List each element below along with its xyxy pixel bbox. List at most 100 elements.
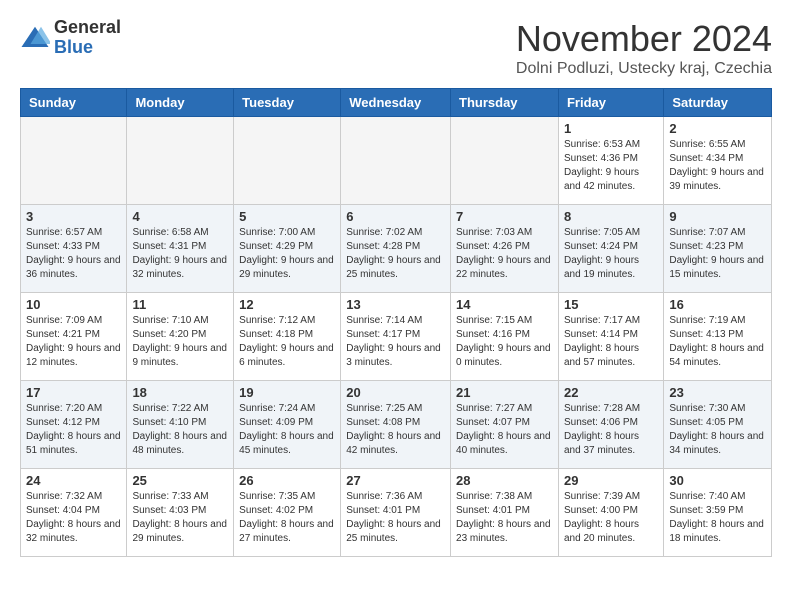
day-cell [451, 117, 559, 205]
day-number: 21 [456, 385, 553, 400]
day-cell [127, 117, 234, 205]
week-row-4: 17 Sunrise: 7:20 AM Sunset: 4:12 PM Dayli… [21, 381, 772, 469]
week-row-2: 3 Sunrise: 6:57 AM Sunset: 4:33 PM Daylig… [21, 205, 772, 293]
day-cell [21, 117, 127, 205]
day-info: Sunrise: 7:30 AM Sunset: 4:05 PM Dayligh… [669, 402, 766, 458]
day-info: Sunrise: 7:27 AM Sunset: 4:07 PM Dayligh… [456, 402, 553, 458]
day-number: 17 [26, 385, 121, 400]
day-cell: 6 Sunrise: 7:02 AM Sunset: 4:28 PM Daylig… [341, 205, 451, 293]
calendar-table: SundayMondayTuesdayWednesdayThursdayFrid… [20, 88, 772, 557]
day-number: 7 [456, 209, 553, 224]
day-cell: 18 Sunrise: 7:22 AM Sunset: 4:10 PM Dayli… [127, 381, 234, 469]
day-number: 25 [132, 473, 228, 488]
day-info: Sunrise: 7:35 AM Sunset: 4:02 PM Dayligh… [239, 490, 335, 546]
day-number: 18 [132, 385, 228, 400]
day-number: 6 [346, 209, 445, 224]
week-row-3: 10 Sunrise: 7:09 AM Sunset: 4:21 PM Dayli… [21, 293, 772, 381]
day-info: Sunrise: 7:33 AM Sunset: 4:03 PM Dayligh… [132, 490, 228, 546]
title-section: November 2024 Dolni Podluzi, Ustecky kra… [516, 18, 772, 78]
day-number: 19 [239, 385, 335, 400]
day-number: 20 [346, 385, 445, 400]
day-info: Sunrise: 7:32 AM Sunset: 4:04 PM Dayligh… [26, 490, 121, 546]
day-info: Sunrise: 6:58 AM Sunset: 4:31 PM Dayligh… [132, 226, 228, 282]
day-number: 5 [239, 209, 335, 224]
day-cell: 24 Sunrise: 7:32 AM Sunset: 4:04 PM Dayli… [21, 469, 127, 557]
day-cell: 14 Sunrise: 7:15 AM Sunset: 4:16 PM Dayli… [451, 293, 559, 381]
day-cell: 13Sunrise: 7:14 AM Sunset: 4:17 PM Dayli… [341, 293, 451, 381]
day-cell: 22 Sunrise: 7:28 AM Sunset: 4:06 PM Dayli… [558, 381, 663, 469]
day-info: Sunrise: 7:28 AM Sunset: 4:06 PM Dayligh… [564, 402, 658, 458]
day-info: Sunrise: 6:55 AM Sunset: 4:34 PM Dayligh… [669, 138, 766, 194]
day-number: 27 [346, 473, 445, 488]
day-info: Sunrise: 7:05 AM Sunset: 4:24 PM Dayligh… [564, 226, 658, 282]
logo-general-text: General [54, 18, 121, 38]
weekday-header-monday: Monday [127, 89, 234, 117]
day-info: Sunrise: 7:36 AM Sunset: 4:01 PM Dayligh… [346, 490, 445, 546]
day-number: 8 [564, 209, 658, 224]
logo-icon [20, 23, 50, 53]
day-info: Sunrise: 6:53 AM Sunset: 4:36 PM Dayligh… [564, 138, 658, 194]
day-cell: 20Sunrise: 7:25 AM Sunset: 4:08 PM Dayli… [341, 381, 451, 469]
day-number: 4 [132, 209, 228, 224]
day-cell: 4 Sunrise: 6:58 AM Sunset: 4:31 PM Daylig… [127, 205, 234, 293]
day-info: Sunrise: 6:57 AM Sunset: 4:33 PM Dayligh… [26, 226, 121, 282]
day-info: Sunrise: 7:20 AM Sunset: 4:12 PM Dayligh… [26, 402, 121, 458]
day-number: 23 [669, 385, 766, 400]
day-cell: 8 Sunrise: 7:05 AM Sunset: 4:24 PM Daylig… [558, 205, 663, 293]
day-cell: 27 Sunrise: 7:36 AM Sunset: 4:01 PM Dayli… [341, 469, 451, 557]
week-row-1: 1Sunrise: 6:53 AM Sunset: 4:36 PM Daylig… [21, 117, 772, 205]
day-number: 3 [26, 209, 121, 224]
day-info: Sunrise: 7:07 AM Sunset: 4:23 PM Dayligh… [669, 226, 766, 282]
weekday-header-wednesday: Wednesday [341, 89, 451, 117]
day-cell [234, 117, 341, 205]
day-number: 14 [456, 297, 553, 312]
day-info: Sunrise: 7:09 AM Sunset: 4:21 PM Dayligh… [26, 314, 121, 370]
day-number: 15 [564, 297, 658, 312]
day-cell: 21 Sunrise: 7:27 AM Sunset: 4:07 PM Dayli… [451, 381, 559, 469]
day-cell: 5Sunrise: 7:00 AM Sunset: 4:29 PM Daylig… [234, 205, 341, 293]
day-number: 10 [26, 297, 121, 312]
day-number: 28 [456, 473, 553, 488]
day-info: Sunrise: 7:19 AM Sunset: 4:13 PM Dayligh… [669, 314, 766, 370]
weekday-header-row: SundayMondayTuesdayWednesdayThursdayFrid… [21, 89, 772, 117]
day-cell: 25 Sunrise: 7:33 AM Sunset: 4:03 PM Dayli… [127, 469, 234, 557]
week-row-5: 24 Sunrise: 7:32 AM Sunset: 4:04 PM Dayli… [21, 469, 772, 557]
day-cell: 26 Sunrise: 7:35 AM Sunset: 4:02 PM Dayli… [234, 469, 341, 557]
day-number: 24 [26, 473, 121, 488]
day-info: Sunrise: 7:12 AM Sunset: 4:18 PM Dayligh… [239, 314, 335, 370]
day-info: Sunrise: 7:15 AM Sunset: 4:16 PM Dayligh… [456, 314, 553, 370]
day-cell: 3 Sunrise: 6:57 AM Sunset: 4:33 PM Daylig… [21, 205, 127, 293]
weekday-header-saturday: Saturday [664, 89, 772, 117]
day-number: 22 [564, 385, 658, 400]
day-cell: 11 Sunrise: 7:10 AM Sunset: 4:20 PM Dayli… [127, 293, 234, 381]
day-number: 26 [239, 473, 335, 488]
day-info: Sunrise: 7:39 AM Sunset: 4:00 PM Dayligh… [564, 490, 658, 546]
day-cell: 7Sunrise: 7:03 AM Sunset: 4:26 PM Daylig… [451, 205, 559, 293]
calendar-wrapper: SundayMondayTuesdayWednesdayThursdayFrid… [0, 88, 792, 567]
day-info: Sunrise: 7:10 AM Sunset: 4:20 PM Dayligh… [132, 314, 228, 370]
day-info: Sunrise: 7:24 AM Sunset: 4:09 PM Dayligh… [239, 402, 335, 458]
day-cell: 23 Sunrise: 7:30 AM Sunset: 4:05 PM Dayli… [664, 381, 772, 469]
day-cell [341, 117, 451, 205]
day-cell: 2 Sunrise: 6:55 AM Sunset: 4:34 PM Daylig… [664, 117, 772, 205]
day-cell: 17 Sunrise: 7:20 AM Sunset: 4:12 PM Dayli… [21, 381, 127, 469]
weekday-header-friday: Friday [558, 89, 663, 117]
day-number: 11 [132, 297, 228, 312]
day-info: Sunrise: 7:22 AM Sunset: 4:10 PM Dayligh… [132, 402, 228, 458]
day-info: Sunrise: 7:14 AM Sunset: 4:17 PM Dayligh… [346, 314, 445, 370]
day-info: Sunrise: 7:17 AM Sunset: 4:14 PM Dayligh… [564, 314, 658, 370]
page-header: General Blue November 2024 Dolni Podluzi… [0, 0, 792, 88]
day-cell: 16Sunrise: 7:19 AM Sunset: 4:13 PM Dayli… [664, 293, 772, 381]
day-number: 9 [669, 209, 766, 224]
day-cell: 9 Sunrise: 7:07 AM Sunset: 4:23 PM Daylig… [664, 205, 772, 293]
day-number: 2 [669, 121, 766, 136]
day-number: 30 [669, 473, 766, 488]
day-number: 12 [239, 297, 335, 312]
day-cell: 12 Sunrise: 7:12 AM Sunset: 4:18 PM Dayli… [234, 293, 341, 381]
month-title: November 2024 [516, 18, 772, 60]
day-info: Sunrise: 7:02 AM Sunset: 4:28 PM Dayligh… [346, 226, 445, 282]
location-title: Dolni Podluzi, Ustecky kraj, Czechia [516, 60, 772, 78]
day-cell: 15 Sunrise: 7:17 AM Sunset: 4:14 PM Dayli… [558, 293, 663, 381]
logo: General Blue [20, 18, 121, 58]
day-cell: 19 Sunrise: 7:24 AM Sunset: 4:09 PM Dayli… [234, 381, 341, 469]
